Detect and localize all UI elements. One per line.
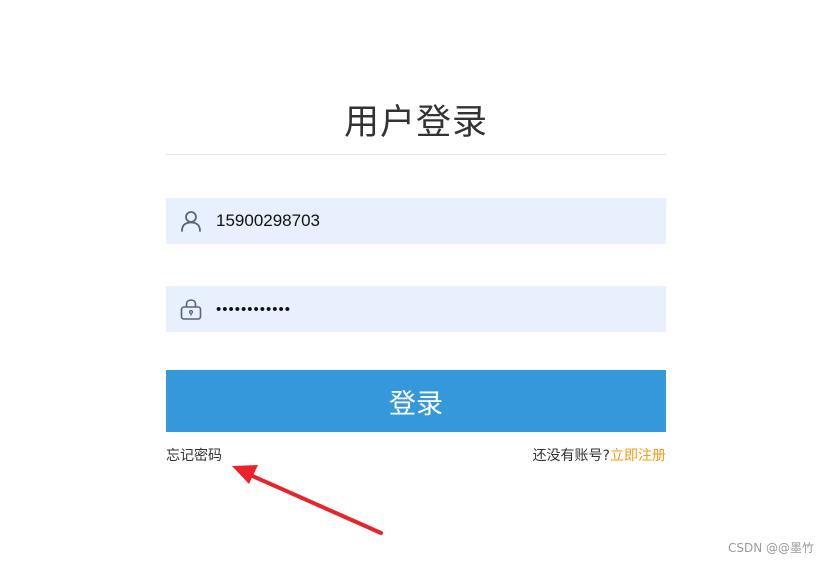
password-input[interactable]	[216, 286, 656, 332]
username-field[interactable]	[166, 198, 666, 244]
forgot-password-link[interactable]: 忘记密码	[166, 446, 222, 466]
lock-icon	[180, 299, 202, 320]
password-field[interactable]	[166, 286, 666, 332]
page-title: 用户登录	[343, 103, 488, 143]
user-icon	[181, 211, 201, 232]
no-account-text: 还没有账号?	[532, 448, 610, 464]
login-button[interactable]: 登录	[166, 370, 666, 432]
username-input[interactable]	[216, 198, 656, 244]
annotation-arrow	[232, 465, 383, 535]
register-prompt: 还没有账号?立即注册	[533, 446, 666, 466]
title-divider	[166, 154, 666, 155]
register-link[interactable]: 立即注册	[610, 448, 666, 464]
watermark: CSDN @@墨竹	[727, 541, 814, 555]
